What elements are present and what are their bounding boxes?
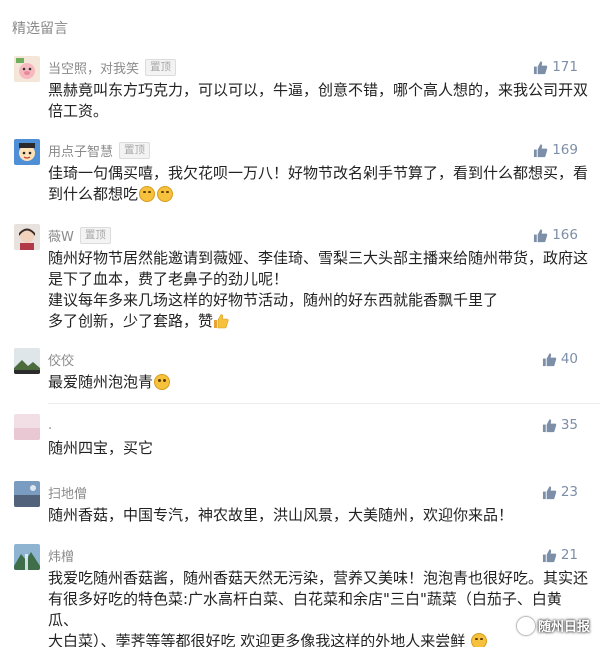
watermark: 随州日报 [516, 616, 590, 635]
comment-line: 随州好物节居然能邀请到薇娅、李佳琦、雪梨三大头部主播来给随州带货，政府这 [48, 249, 589, 267]
comment-nickname[interactable]: 炜橧 [48, 546, 74, 565]
comment-line-text: 大白菜）、荸荠等等都很好吃 欢迎更多像我这样的外地人来尝鲜 [48, 632, 466, 647]
comment-nickname[interactable]: 扫地僧 [48, 483, 87, 502]
comment-nickname[interactable]: . [48, 418, 52, 433]
like-button[interactable]: 21 [542, 546, 578, 564]
like-count: 23 [560, 484, 578, 500]
comment-text: 最爱随州泡泡青 [48, 372, 588, 393]
comment-text: 随州好物节居然能邀请到薇娅、李佳琦、雪梨三大头部主播来给随州带货，政府这 是下了… [48, 248, 588, 332]
divider [48, 403, 600, 404]
laughing-emoji-icon [157, 186, 174, 202]
thumbs-up-emoji-icon [214, 314, 229, 329]
pinned-badge: 置顶 [119, 141, 151, 159]
thumbs-up-icon [542, 485, 557, 499]
comment-nickname[interactable]: 用点子智慧 [48, 141, 113, 160]
smirk-emoji-icon [154, 374, 171, 390]
newspaper-logo-icon [516, 616, 535, 635]
like-button[interactable]: 40 [542, 350, 578, 368]
thumbs-up-icon [542, 548, 557, 562]
pinned-badge: 置顶 [79, 226, 111, 244]
comment-line-text: 多了创新，少了套路，赞 [48, 312, 214, 330]
like-button[interactable]: 169 [533, 141, 578, 159]
comment-line: 有很多好吃的特色菜:广水高杆白菜、白花菜和余店"三白"蔬菜（白茄子、白黄瓜、 [48, 590, 562, 629]
comment-text: 随州四宝，买它 [48, 438, 588, 459]
comment-line: 是下了血本，费了老鼻子的劲儿呢！ [48, 270, 289, 288]
comment-nickname[interactable]: ⁢当空照，⁢对我笑 [48, 58, 139, 77]
like-button[interactable]: 171 [533, 58, 578, 76]
comment-text: 佳琦一句偶买嘻，我欠花呗一万八！好物节改名剁手节算了，看到什么都想买，看 到什么… [48, 163, 588, 205]
comment-text: 随州香菇，中国专汽，神农故里，洪山风景，大美随州，欢迎你来品！ [48, 505, 588, 526]
avatar-pink-icon[interactable] [14, 414, 40, 440]
comment-line: 最爱随州泡泡青 [48, 372, 588, 393]
comment-line: 大白菜）、荸荠等等都很好吃 欢迎更多像我这样的外地人来尝鲜 [48, 631, 588, 647]
comment-nickname[interactable]: 佼佼 [48, 350, 74, 369]
grin-emoji-icon [471, 633, 488, 647]
comment-text: 我爱吃随州香菇酱，随州香菇天然无污染，营养又美味！泡泡青也很好吃。其实还 有很多… [48, 568, 588, 647]
comment-line: 黑赫竟叫东方巧克力，可以可以，牛逼，创意不错，哪个高人想的，来我公司开双 [48, 81, 589, 99]
comment-line: 到什么都想吃 [48, 184, 588, 205]
like-count: 21 [560, 547, 578, 563]
avatar-sky-icon[interactable] [14, 481, 40, 507]
laughing-emoji-icon [139, 186, 156, 202]
avatar-pig-icon[interactable] [14, 56, 40, 82]
like-count: 171 [552, 59, 578, 75]
like-button[interactable]: 35 [542, 416, 578, 434]
thumbs-up-icon [542, 352, 557, 366]
like-button[interactable]: 23 [542, 483, 578, 501]
comment-text: 黑赫竟叫东方巧克力，可以可以，牛逼，创意不错，哪个高人想的，来我公司开双 倍工资… [48, 80, 588, 122]
comments-page: 精选留言 ⁢当空照，⁢对我笑 置顶 171 黑赫竟叫东方巧克力，可以 [0, 0, 600, 647]
section-title: 精选留言 [12, 21, 68, 37]
thumbs-up-icon [534, 228, 548, 242]
like-count: 166 [552, 227, 578, 243]
comment-line: 佳琦一句偶买嘻，我欠花呗一万八！好物节改名剁手节算了，看到什么都想买，看 [48, 164, 589, 182]
comment-nickname[interactable]: 薇W [48, 226, 74, 245]
avatar-landscape-icon[interactable] [14, 348, 40, 374]
comment-line: 随州香菇，中国专汽，神农故里，洪山风景，大美随州，欢迎你来品！ [48, 506, 514, 524]
avatar-cartoon-icon[interactable] [14, 139, 40, 165]
avatar-girl-icon[interactable] [14, 224, 40, 250]
comment-line-text: 到什么都想吃 [48, 185, 139, 203]
comment-line: 建议每年多来几场这样的好物节活动，随州的好东西就能香飘千里了 [48, 291, 499, 309]
comment-line: 我爱吃随州香菇酱，随州香菇天然无污染，营养又美味！泡泡青也很好吃。其实还 [48, 569, 589, 587]
comment-line: 多了创新，少了套路，赞 [48, 311, 588, 332]
thumbs-up-icon [534, 143, 548, 157]
avatar-mountain-icon[interactable] [14, 544, 40, 570]
watermark-text: 随州日报 [537, 620, 590, 635]
comment-line-text: 最爱随州泡泡青 [48, 373, 154, 391]
comment-line: 随州四宝，买它 [48, 439, 154, 457]
like-count: 35 [560, 417, 578, 433]
like-button[interactable]: 166 [533, 226, 578, 244]
like-count: 40 [560, 351, 578, 367]
thumbs-up-icon [534, 60, 548, 74]
thumbs-up-icon [542, 418, 557, 432]
pinned-badge: 置顶 [145, 58, 177, 76]
like-count: 169 [552, 142, 578, 158]
comment-line: 倍工资。 [48, 102, 109, 120]
